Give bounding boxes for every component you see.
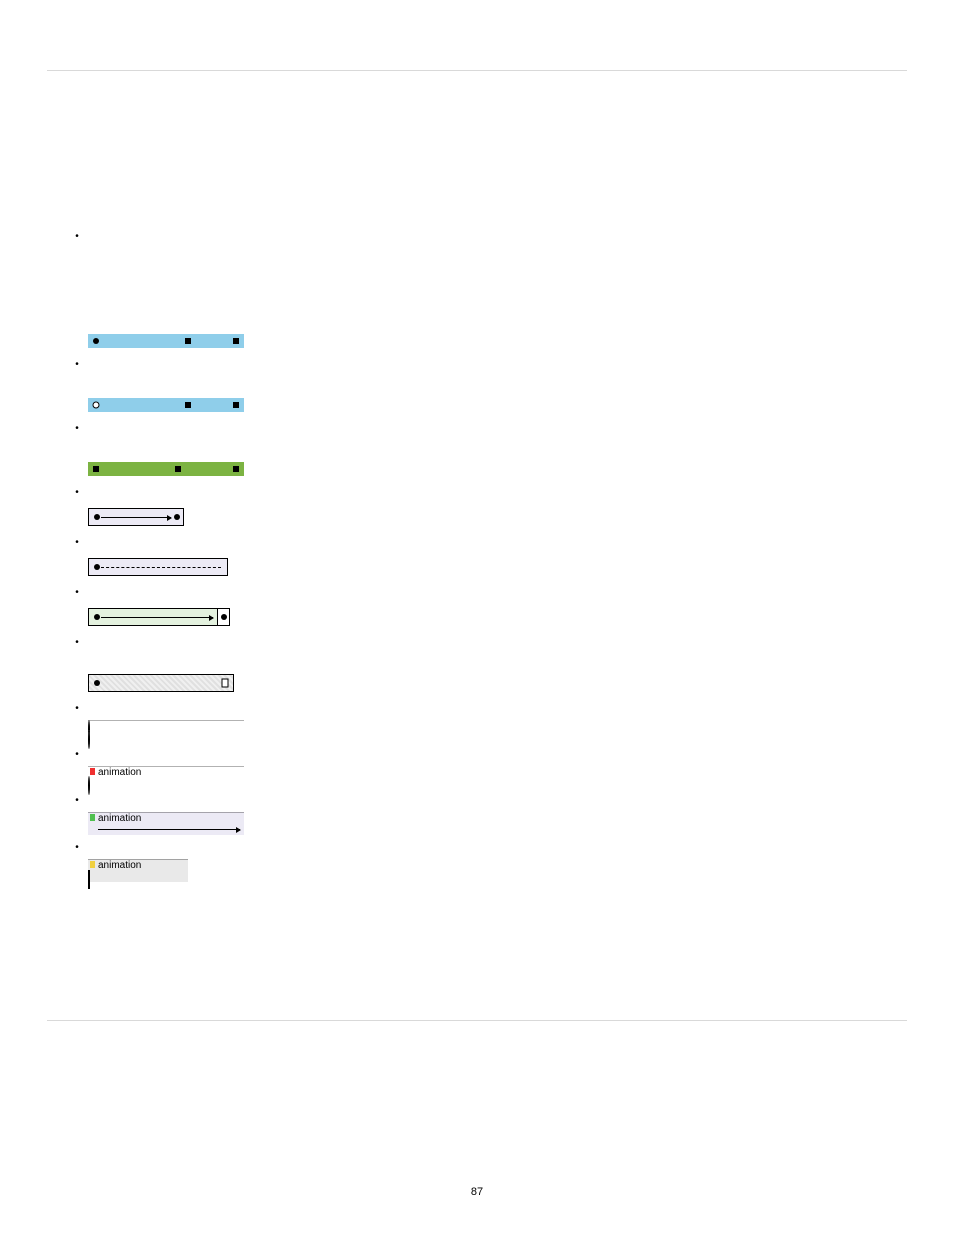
static-span	[88, 674, 234, 692]
list-item: •	[70, 702, 890, 716]
list-item: •	[70, 794, 890, 808]
pose-layer-fbf: animation	[88, 766, 244, 788]
bullet-icon: •	[70, 358, 84, 372]
list-item: •	[70, 536, 890, 550]
page-number: 87	[0, 1186, 954, 1198]
list-item: •	[70, 636, 890, 650]
pose-layer-tween: animation	[88, 812, 244, 835]
bullet-icon: •	[70, 702, 84, 716]
bottom-rule	[47, 1020, 907, 1021]
list-item: •	[70, 748, 890, 762]
top-rule	[47, 70, 907, 71]
list-item: •	[70, 841, 890, 855]
frame-span-hollow	[88, 398, 244, 412]
bullet-icon: •	[70, 230, 84, 244]
motion-tween-short	[88, 508, 184, 526]
pose-layer-graphic: animation	[88, 859, 188, 882]
motion-tween-dashed	[88, 558, 228, 576]
frame-span-green	[88, 462, 244, 476]
list-item: •	[70, 230, 890, 244]
content: • • • •	[70, 230, 890, 882]
list-item: •	[70, 358, 890, 372]
shape-tween-end	[218, 608, 230, 626]
list-item: •	[70, 486, 890, 500]
bullet-icon: •	[70, 422, 84, 436]
list-item: •	[70, 422, 890, 436]
shape-tween	[88, 608, 218, 626]
flag-icon	[90, 768, 95, 775]
bullet-icon: •	[70, 748, 84, 762]
bullet-icon: •	[70, 794, 84, 808]
pose-layer-noclip	[88, 720, 244, 742]
bullet-icon: •	[70, 536, 84, 550]
bullet-icon: •	[70, 841, 84, 855]
flag-icon	[90, 814, 95, 821]
bullet-icon: •	[70, 586, 84, 600]
frame-span-keyframes	[88, 334, 244, 348]
bullet-icon: •	[70, 636, 84, 650]
bullet-icon: •	[70, 486, 84, 500]
flag-icon	[90, 861, 95, 868]
list-item: •	[70, 586, 890, 600]
